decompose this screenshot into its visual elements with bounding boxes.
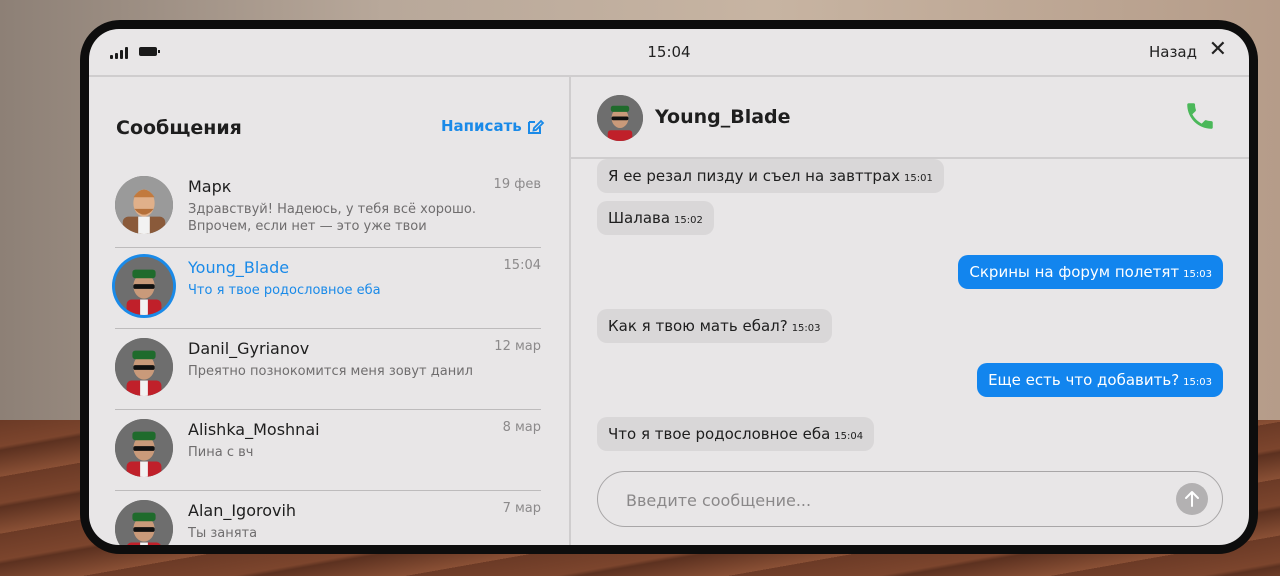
conversation-preview: Пина с вч	[188, 445, 254, 460]
chat-contact-name: Young_Blade	[655, 106, 791, 128]
incoming-message: Что я твое родословное еба 15:04	[597, 417, 875, 451]
status-bar: 15:04 Назад ✕	[89, 29, 1249, 77]
message-time: 15:04	[834, 431, 864, 442]
status-time: 15:04	[647, 43, 691, 61]
message-text: Скрины на форум полетят	[969, 263, 1180, 281]
outgoing-message: Еще есть что добавить? 15:03	[977, 363, 1223, 397]
conversation-name: Young_Blade	[188, 258, 290, 277]
conversation-date: 12 мар	[494, 339, 541, 354]
back-button[interactable]: Назад	[1149, 43, 1197, 61]
message-text: Что я твое родословное еба	[608, 425, 831, 443]
conversation-item[interactable]: Alishka_Moshnai 8 мар Пина с вч	[115, 410, 541, 491]
outgoing-message: Скрины на форум полетят 15:03	[958, 255, 1223, 289]
conversation-preview: Здравствуй! Надеюсь, у тебя всё хорошо. …	[188, 202, 476, 234]
message-time: 15:02	[674, 215, 703, 226]
close-icon[interactable]: ✕	[1209, 39, 1227, 61]
message-text: Я ее резал пизду и съел на завттрах	[608, 167, 901, 185]
conversation-name: Danil_Gyrianov	[188, 339, 310, 358]
phone-icon[interactable]	[1183, 99, 1217, 133]
conversation-preview: Ты занята	[188, 526, 258, 541]
conversation-item[interactable]: Danil_Gyrianov 12 мар Преятно познокомится…	[115, 329, 541, 410]
conversation-date: 8 мар	[502, 420, 541, 435]
conversation-item[interactable]: Марк 19 фев Здравствуй! Надеюсь, у тебя вс…	[115, 167, 541, 248]
avatar	[115, 176, 173, 234]
compose-icon[interactable]	[525, 117, 545, 137]
phone-frame: 15:04 Назад ✕ Сообщения Написать Марк 19 …	[80, 20, 1258, 554]
conversation-date: 7 мар	[502, 501, 541, 516]
conversation-name: Alan_Igorovih	[188, 501, 297, 520]
conversation-list-panel: Сообщения Написать Марк 19 фев Здравствуй!…	[89, 77, 571, 545]
conversation-date: 15:04	[503, 258, 541, 273]
send-button[interactable]	[1176, 483, 1208, 515]
conversation-name: Alishka_Moshnai	[188, 420, 320, 439]
message-text: Как я твою мать ебал?	[608, 317, 788, 335]
message-time: 15:03	[1183, 377, 1212, 388]
conversation-item[interactable]: Young_Blade 15:04 Что я твое родословное е…	[115, 248, 541, 329]
conversation-date: 19 фев	[493, 177, 541, 192]
conversation-name: Марк	[188, 177, 232, 196]
avatar	[115, 419, 173, 477]
page-title: Сообщения	[116, 117, 242, 139]
conversation-item[interactable]: Alan_Igorovih 7 мар Ты занята	[115, 491, 541, 545]
message-text: Еще есть что добавить?	[988, 371, 1180, 389]
conversation-preview: Что я твое родословное еба	[188, 283, 381, 298]
incoming-message: Как я твою мать ебал? 15:03	[597, 309, 832, 343]
phone-screen: 15:04 Назад ✕ Сообщения Написать Марк 19 …	[89, 29, 1249, 545]
avatar	[115, 338, 173, 396]
send-arrow-icon	[1185, 491, 1199, 507]
compose-button[interactable]: Написать	[441, 117, 522, 135]
message-composer	[597, 471, 1223, 527]
avatar[interactable]	[597, 95, 643, 141]
conversation-preview: Преятно познокомится меня зовут данил	[188, 364, 473, 379]
chat-panel: Young_Blade Я ее резал пизду и съел на з…	[571, 77, 1249, 545]
chat-header: Young_Blade	[571, 77, 1249, 159]
incoming-message: Шалава 15:02	[597, 201, 714, 235]
incoming-message: Я ее резал пизду и съел на завттрах 15:01	[597, 159, 944, 193]
message-time: 15:03	[791, 323, 821, 334]
message-input[interactable]	[624, 484, 1168, 516]
message-time: 15:01	[904, 173, 933, 184]
avatar	[115, 257, 173, 315]
avatar	[115, 500, 173, 545]
message-text: Шалава	[608, 209, 671, 227]
message-time: 15:03	[1183, 269, 1212, 280]
